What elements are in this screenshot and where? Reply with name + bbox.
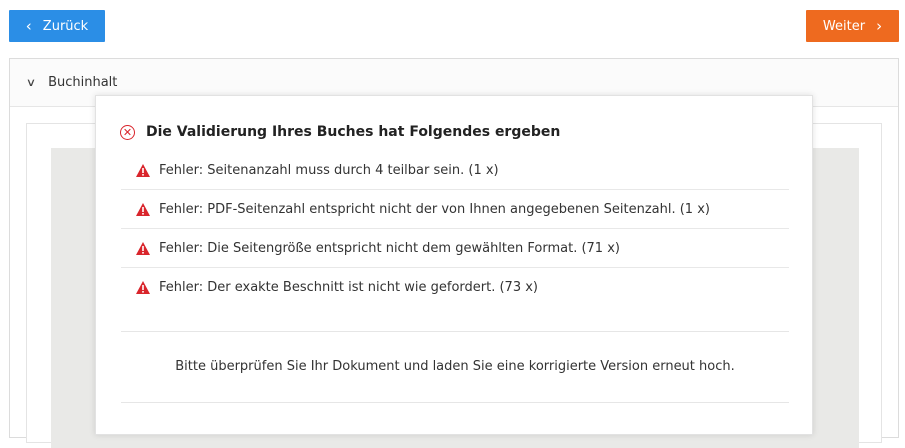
back-button[interactable]: ‹ Zurück [9,10,105,42]
chevron-left-icon: ‹ [25,16,32,35]
chevron-down-icon[interactable]: ∨ [26,76,36,89]
next-button[interactable]: Weiter › [806,10,899,42]
error-circle-icon: ✕ [120,124,135,140]
dialog-title-text: Die Validierung Ihres Buches hat Folgend… [146,124,561,140]
warning-triangle-icon [136,281,150,294]
error-list: Fehler: Seitenanzahl muss durch 4 teilba… [121,151,789,307]
chevron-right-icon: › [876,16,883,35]
error-text: Fehler: Die Seitengröße entspricht nicht… [159,240,620,256]
error-text: Fehler: Seitenanzahl muss durch 4 teilba… [159,162,499,178]
panel-title: Buchinhalt [48,75,118,90]
list-item: Fehler: Die Seitengröße entspricht nicht… [121,229,789,268]
list-item: Fehler: Der exakte Beschnitt ist nicht w… [121,268,789,307]
warning-triangle-icon [136,241,150,255]
dialog-title: ✕ Die Validierung Ihres Buches hat Folge… [120,124,560,140]
warning-triangle-icon [136,163,150,177]
warning-triangle-icon [136,202,150,216]
error-text: Fehler: PDF-Seitenzahl entspricht nicht … [159,201,710,217]
divider [121,331,789,332]
list-item: Fehler: PDF-Seitenzahl entspricht nicht … [121,190,789,229]
dialog-message: Bitte überprüfen Sie Ihr Dokument und la… [175,359,735,374]
next-button-label: Weiter [822,18,866,34]
list-item: Fehler: Seitenanzahl muss durch 4 teilba… [121,151,789,190]
back-button-label: Zurück [42,18,89,34]
error-text: Fehler: Der exakte Beschnitt ist nicht w… [159,280,538,295]
validation-dialog: ✕ Die Validierung Ihres Buches hat Folge… [95,95,813,435]
divider [121,402,789,403]
